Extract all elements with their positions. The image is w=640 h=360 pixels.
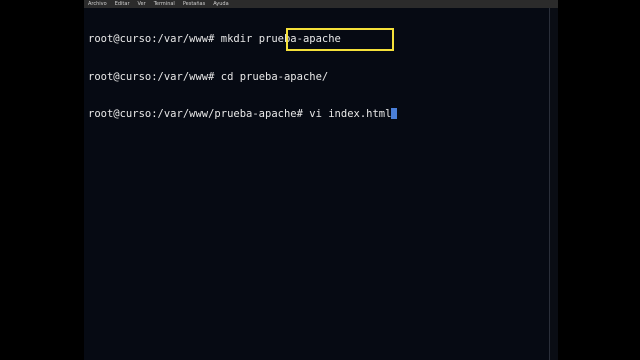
terminal-line: root@curso:/var/www/prueba-apache# vi in… — [88, 108, 548, 121]
terminal-output[interactable]: root@curso:/var/www# mkdir prueba-apache… — [88, 8, 548, 360]
vertical-scrollbar[interactable] — [549, 8, 558, 360]
menu-ver[interactable]: Ver — [138, 0, 146, 8]
menu-archivo[interactable]: Archivo — [88, 0, 107, 8]
menu-editar[interactable]: Editar — [115, 0, 130, 8]
shell-prompt: root@curso:/var/www/prueba-apache# — [88, 108, 310, 120]
menubar: Archivo Editar Ver Terminal Pestañas Ayu… — [84, 0, 558, 8]
menu-ayuda[interactable]: Ayuda — [213, 0, 228, 8]
shell-prompt: root@curso:/var/www# — [88, 33, 221, 45]
text-cursor — [391, 108, 398, 119]
terminal-window: Archivo Editar Ver Terminal Pestañas Ayu… — [84, 0, 558, 360]
terminal-line: root@curso:/var/www# cd prueba-apache/ — [88, 71, 548, 84]
shell-prompt: root@curso:/var/www# — [88, 70, 221, 83]
menu-pestanas[interactable]: Pestañas — [183, 0, 205, 8]
menu-terminal[interactable]: Terminal — [154, 0, 175, 8]
shell-command: cd prueba-apache/ — [220, 70, 329, 83]
shell-command: vi index.html — [309, 108, 392, 120]
command-highlight-box — [286, 28, 394, 51]
